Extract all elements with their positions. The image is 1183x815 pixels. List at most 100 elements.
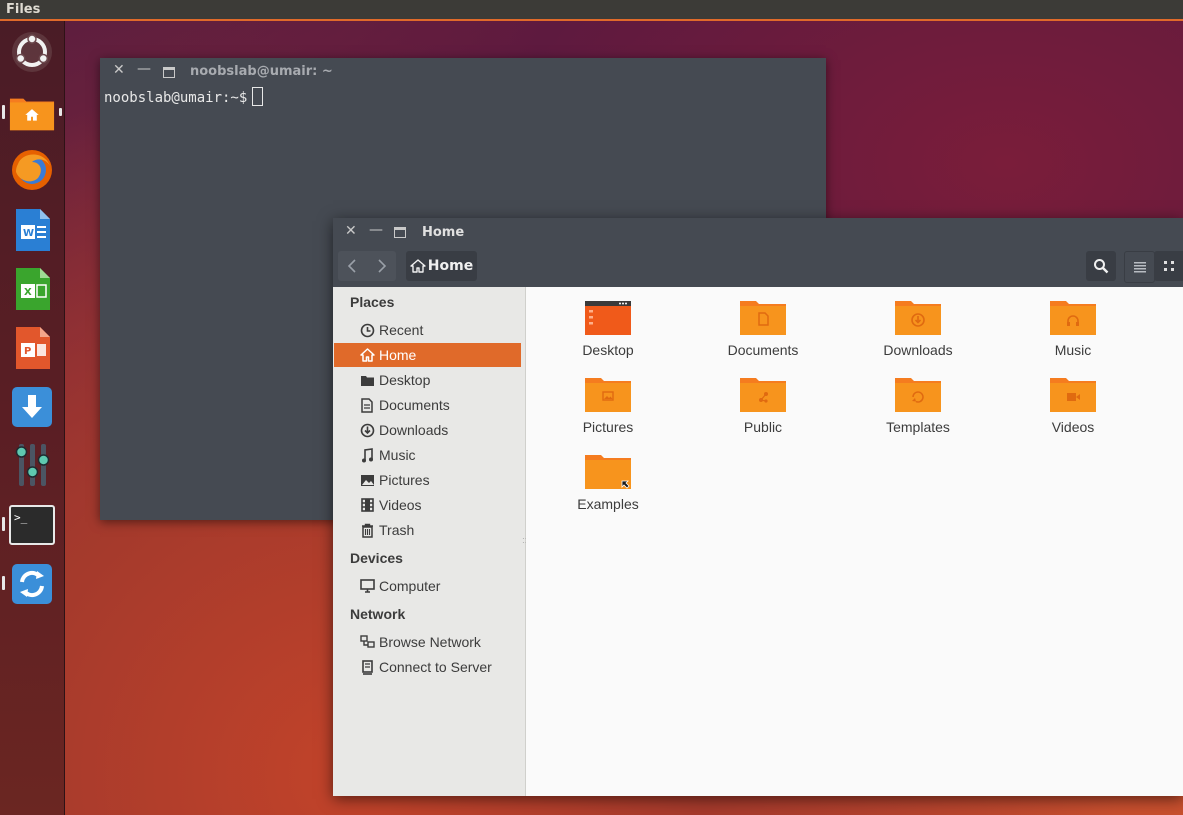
- documents-folder-icon: [739, 299, 787, 337]
- sidebar-item-downloads[interactable]: Downloads: [334, 418, 521, 442]
- sidebar-item-label: Documents: [379, 397, 450, 413]
- folder-item[interactable]: Public: [703, 376, 823, 435]
- film-icon: [358, 498, 376, 512]
- sidebar-item-connect-server[interactable]: Connect to Server: [334, 655, 521, 679]
- folder-label: Public: [743, 419, 783, 435]
- home-icon: [358, 348, 376, 362]
- svg-text:X: X: [24, 287, 32, 298]
- folder-item[interactable]: Videos: [1013, 376, 1133, 435]
- sidebar-item-label: Recent: [379, 322, 424, 338]
- folder-item[interactable]: Desktop: [548, 299, 668, 358]
- history-nav: [338, 251, 396, 281]
- search-icon: [1094, 259, 1109, 274]
- terminal-titlebar[interactable]: ✕ — noobslab@umair: ~: [100, 58, 826, 86]
- folder-label: Pictures: [582, 419, 634, 435]
- forward-button[interactable]: [368, 251, 396, 281]
- sidebar-item-music[interactable]: Music: [334, 443, 521, 467]
- sidebar-item-home[interactable]: Home: [334, 343, 521, 367]
- sidebar-item-label: Computer: [379, 578, 441, 594]
- path-bar-label: Home: [427, 258, 474, 274]
- download-icon: [358, 423, 376, 438]
- system-settings-icon[interactable]: [9, 442, 55, 488]
- focused-indicator: [59, 108, 62, 116]
- files-window[interactable]: ✕ — Home Home Places Recent Home Desktop…: [333, 218, 1183, 796]
- sidebar-item-pictures[interactable]: Pictures: [334, 468, 521, 492]
- sidebar-item-trash[interactable]: Trash: [334, 518, 521, 542]
- folder-item[interactable]: Music: [1013, 299, 1133, 358]
- folder-label: Documents: [727, 342, 799, 358]
- launcher: W X P >_: [0, 21, 65, 815]
- svg-text:>_: >_: [14, 511, 28, 524]
- libreoffice-impress-icon[interactable]: P: [9, 325, 55, 371]
- folder-item[interactable]: Examples: [548, 453, 668, 512]
- grid-view-icon: [1163, 261, 1174, 271]
- folder-label: Music: [1054, 342, 1092, 358]
- music-folder-icon: [1049, 299, 1097, 337]
- sidebar-item-label: Browse Network: [379, 634, 481, 650]
- sidebar-item-computer[interactable]: Computer: [334, 574, 521, 598]
- search-button[interactable]: [1086, 251, 1116, 281]
- sidebar-item-label: Desktop: [379, 372, 431, 388]
- folder-item[interactable]: Documents: [703, 299, 823, 358]
- chevron-left-icon: [347, 259, 356, 273]
- folder-label: Templates: [886, 419, 950, 435]
- files-title: Home: [422, 225, 465, 240]
- sidebar-item-recent[interactable]: Recent: [334, 318, 521, 342]
- folder-item[interactable]: Templates: [858, 376, 978, 435]
- close-icon[interactable]: ✕: [345, 223, 357, 239]
- software-updater-icon[interactable]: [9, 561, 55, 607]
- terminal-app-icon[interactable]: >_: [9, 502, 55, 548]
- ubuntu-dash-icon[interactable]: [9, 29, 55, 75]
- sidebar: Places Recent Home Desktop Documents Dow…: [333, 287, 527, 796]
- sidebar-item-desktop[interactable]: Desktop: [334, 368, 521, 392]
- network-icon: [358, 635, 376, 649]
- svg-text:W: W: [23, 228, 34, 239]
- file-view[interactable]: Desktop Documents Downloads Music Pictur…: [526, 287, 1183, 796]
- sidebar-item-label: Connect to Server: [379, 659, 492, 675]
- home-icon: [410, 259, 426, 273]
- terminal-cursor: [252, 87, 264, 106]
- libreoffice-writer-icon[interactable]: W: [9, 207, 55, 253]
- files-titlebar[interactable]: ✕ — Home: [333, 218, 1183, 246]
- terminal-prompt-line[interactable]: noobslab@umair:~$: [104, 87, 264, 106]
- svg-text:P: P: [24, 346, 31, 357]
- sidebar-item-browse-network[interactable]: Browse Network: [334, 630, 521, 654]
- folder-item[interactable]: Pictures: [548, 376, 668, 435]
- maximize-icon[interactable]: [163, 67, 175, 78]
- desktop-folder-icon: [584, 299, 632, 337]
- desktop-folder-icon: [358, 374, 376, 387]
- templates-folder-icon: [894, 376, 942, 414]
- app-menu-title[interactable]: Files: [6, 2, 40, 17]
- folder-label: Videos: [1051, 419, 1095, 435]
- software-center-icon[interactable]: [9, 384, 55, 430]
- maximize-icon[interactable]: [394, 227, 406, 238]
- sidebar-item-label: Pictures: [379, 472, 430, 488]
- sidebar-item-videos[interactable]: Videos: [334, 493, 521, 517]
- minimize-icon[interactable]: —: [369, 222, 383, 238]
- running-indicator: [2, 517, 5, 531]
- top-panel: Files: [0, 0, 1183, 21]
- sidebar-item-label: Downloads: [379, 422, 449, 438]
- list-view-icon: [1133, 262, 1146, 273]
- clock-icon: [358, 323, 376, 338]
- sidebar-resize-handle[interactable]: ·· ··: [522, 535, 527, 547]
- chevron-right-icon: [378, 259, 387, 273]
- sidebar-item-label: Home: [379, 347, 417, 363]
- folder-item[interactable]: Downloads: [858, 299, 978, 358]
- computer-icon: [358, 579, 376, 593]
- list-view-button[interactable]: [1124, 251, 1155, 283]
- terminal-title: noobslab@umair: ~: [190, 64, 333, 79]
- firefox-icon[interactable]: [9, 147, 55, 193]
- devices-heading: Devices: [350, 550, 403, 566]
- folder-label: Desktop: [582, 342, 634, 358]
- back-button[interactable]: [338, 251, 366, 281]
- folder-label: Downloads: [883, 342, 953, 358]
- close-icon[interactable]: ✕: [113, 62, 125, 78]
- files-app-icon[interactable]: [9, 89, 55, 135]
- document-icon: [358, 397, 376, 413]
- libreoffice-calc-icon[interactable]: X: [9, 266, 55, 312]
- path-bar-home-button[interactable]: Home: [406, 251, 477, 281]
- minimize-icon[interactable]: —: [137, 61, 151, 77]
- grid-view-button[interactable]: [1154, 251, 1183, 281]
- sidebar-item-documents[interactable]: Documents: [334, 393, 521, 417]
